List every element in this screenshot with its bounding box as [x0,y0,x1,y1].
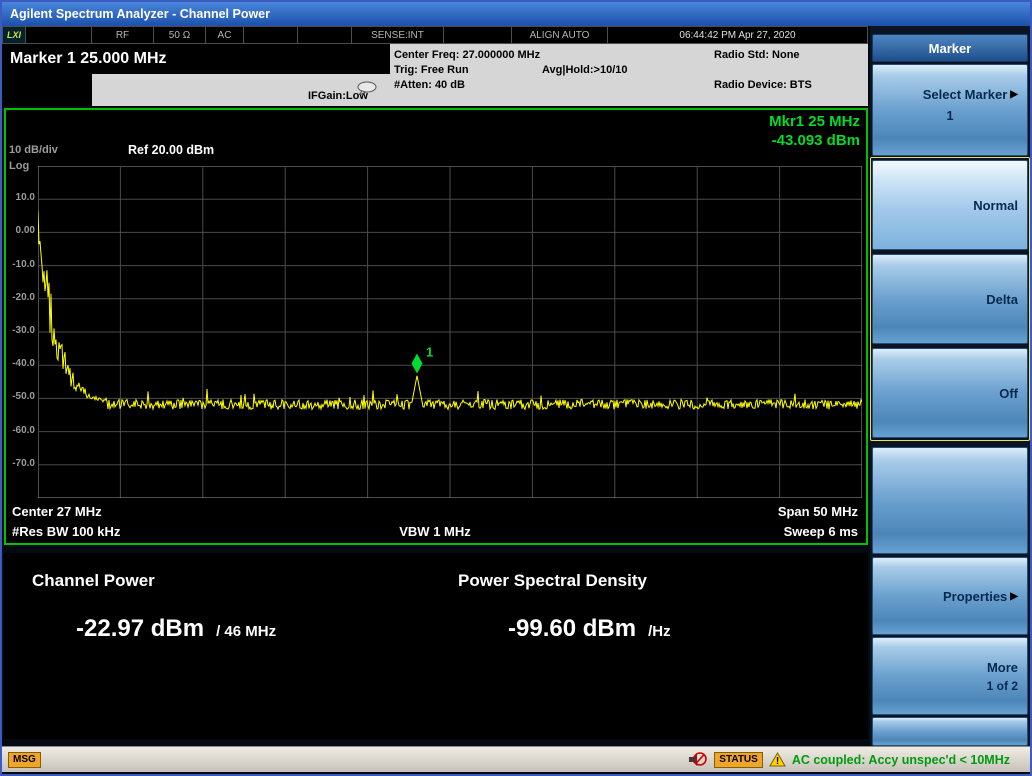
sys-seg-coupling: AC [206,26,244,44]
marker-readout-ampl: -43.093 dBm [771,132,860,149]
psd-label: Power Spectral Density [458,571,647,590]
psd-value: -99.60 dBm [508,615,637,642]
log-label: Log [9,160,30,172]
status-bar: MSG STATUS ! AC coupled: Accy unspec'd <… [2,746,1030,772]
sidebar-header: Marker [872,34,1028,62]
softkey-select-marker-label: Select Marker [922,87,1008,102]
mute-icon [689,752,708,766]
settings-black-box [2,74,92,106]
sys-seg-blank-3 [298,26,352,44]
avg-hold-readout: Avg|Hold:>10/10 [542,64,628,76]
softkey-off-label: Off [999,385,1018,401]
status-message: AC coupled: Accy unspec'd < 10MHz [791,752,1010,767]
y-axis-label: -70.0 [12,457,35,469]
softkey-delta[interactable]: Delta [872,254,1028,344]
softkey-delta-label: Delta [986,291,1018,307]
spectrum-bottom-row-2: #Res BW 100 kHz VBW 1 MHz Sweep 6 ms [12,524,858,539]
results-panel: Channel Power Power Spectral Density -22… [4,553,868,739]
channel-power-suffix: / 46 MHz [216,623,277,640]
spectrum-grid: 1 [38,166,862,498]
app-title-bar: Agilent Spectrum Analyzer - Channel Powe… [2,2,1030,26]
softkey-select-marker-value: 1 [946,108,954,123]
radio-std-readout: Radio Std: None [714,49,800,61]
submenu-arrow-icon: ▶ [1010,590,1018,602]
softkey-blank-2[interactable] [872,717,1028,746]
trig-readout: Trig: Free Run [394,64,469,76]
marker-diamond[interactable] [411,353,423,374]
svg-text:!: ! [776,756,779,767]
softkey-more-page: 1 of 2 [986,678,1018,693]
softkey-normal[interactable]: Normal [872,160,1028,250]
psd-suffix: /Hz [648,623,671,640]
y-axis-label: -50.0 [12,391,35,403]
sys-seg-align: ALIGN AUTO [512,26,608,44]
radio-device-readout: Radio Device: BTS [714,79,812,91]
warning-icon: ! [768,752,786,767]
psd-readout: -99.60 dBm /Hz [508,615,671,643]
atten-readout: #Atten: 40 dB [394,79,465,91]
sweep-label: Sweep 6 ms [783,524,858,539]
softkey-blank-1[interactable] [872,447,1028,554]
sweep-annotation-icon [357,81,377,95]
y-axis-label: -40.0 [12,358,35,370]
app-title: Agilent Spectrum Analyzer - Channel Powe… [10,7,271,21]
softkey-select-marker[interactable]: Select Marker ▶ 1 [872,64,1028,156]
active-function-text: Marker 1 25.000 MHz [10,50,167,67]
lxi-icon: LXI [2,26,26,44]
softkey-sidebar: Marker Select Marker ▶ 1 Normal Delta Of… [870,26,1030,746]
softkey-normal-label: Normal [973,197,1018,213]
center-freq-readout: Center Freq: 27.000000 MHz [394,49,541,61]
spectrum-display: Mkr1 25 MHz -43.093 dBm 10 dB/div Ref 20… [4,108,868,545]
span-label: Span 50 MHz [777,504,858,519]
sys-seg-impedance: 50 Ω [154,26,206,44]
vbw-label: VBW 1 MHz [399,524,471,539]
channel-power-readout: -22.97 dBm / 46 MHz [76,615,276,643]
resbw-label: #Res BW 100 kHz [12,524,121,539]
analyzer-screen: Agilent Spectrum Analyzer - Channel Powe… [0,0,1032,776]
status-right-group: STATUS ! AC coupled: Accy unspec'd < 10M… [688,751,1010,768]
channel-power-label: Channel Power [32,571,155,590]
status-badge[interactable]: STATUS [714,751,763,768]
scale-label: 10 dB/div [9,144,58,156]
y-axis-label: 10.0 [15,192,35,204]
softkey-more[interactable]: More 1 of 2 [872,637,1028,715]
sys-seg-blank-4 [444,26,512,44]
sys-seg-blank-1 [26,26,92,44]
active-function-readout: Marker 1 25.000 MHz [2,44,390,74]
marker-peak-readout: Mkr1 25 MHz -43.093 dBm [769,112,860,150]
spectrum-bottom-row-1: Center 27 MHz Span 50 MHz [12,504,858,519]
channel-power-value: -22.97 dBm [76,615,205,642]
clock-display: 06:44:42 PM Apr 27, 2020 [608,26,868,44]
ref-level-label: Ref 20.00 dBm [128,143,215,157]
y-axis-label: -10.0 [12,258,35,270]
settings-panel: Marker 1 25.000 MHz Center Freq: 27.0000… [2,44,868,106]
softkey-more-label: More [986,659,1018,675]
softkey-properties[interactable]: Properties ▶ [872,557,1028,635]
y-axis-label: -20.0 [12,291,35,303]
softkey-off[interactable]: Off [872,348,1028,438]
msg-badge[interactable]: MSG [8,751,41,768]
submenu-arrow-icon: ▶ [1010,89,1018,100]
sys-seg-blank-2 [244,26,298,44]
marker-number-label: 1 [426,345,433,360]
sys-seg-rf: RF [92,26,154,44]
center-freq-label: Center 27 MHz [12,504,102,519]
marker-readout-freq: Mkr1 25 MHz [769,113,860,130]
softkey-properties-label: Properties [942,588,1008,604]
y-axis-label: -60.0 [12,424,35,436]
y-axis-label: 0.00 [15,225,35,237]
sys-seg-sense: SENSE:INT [352,26,444,44]
system-status-row: LXI RF 50 Ω AC SENSE:INT ALIGN AUTO 06:4… [2,26,868,44]
y-axis-label: -30.0 [12,325,35,336]
